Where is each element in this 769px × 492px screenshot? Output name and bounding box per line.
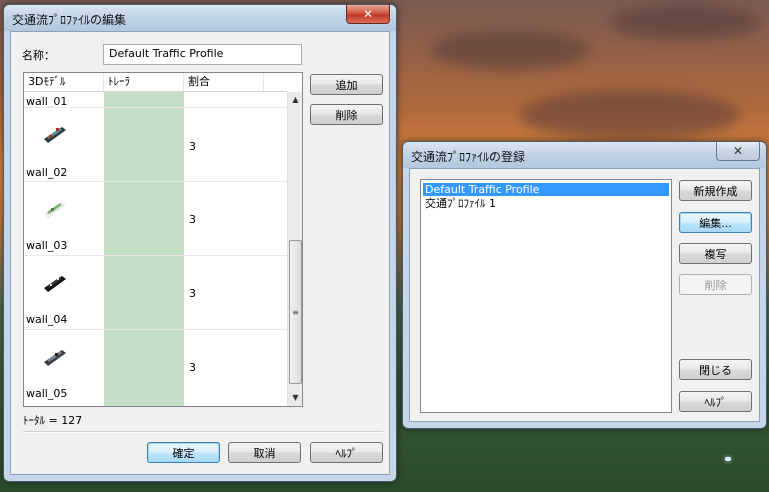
add-button[interactable]: 追加	[310, 74, 383, 95]
scrollbar-thumb[interactable]: ≡	[289, 240, 302, 384]
column-header-model[interactable]: 3Dﾓﾃﾞﾙ	[24, 73, 104, 91]
list-item-name[interactable]: wall_05	[26, 387, 67, 400]
register-profile-dialog: 交通流ﾌﾟﾛﾌｧｲﾙの登録 ✕ Default Traffic Profile …	[402, 141, 767, 429]
background-cloud	[610, 5, 760, 40]
column-header-trailer[interactable]: ﾄﾚｰﾗ	[104, 73, 184, 91]
register-dialog-title: 交通流ﾌﾟﾛﾌｧｲﾙの登録	[411, 150, 526, 164]
list-item[interactable]: Default Traffic Profile	[423, 183, 669, 196]
column-header-ratio[interactable]: 割合	[184, 73, 264, 91]
row-separator	[24, 181, 287, 182]
wall-model-thumbnail	[42, 123, 68, 148]
help-button[interactable]: ﾍﾙﾌﾟ	[679, 391, 752, 412]
edit-profile-button[interactable]: 編集...	[679, 212, 752, 233]
list-item-ratio[interactable]: 3	[189, 287, 196, 300]
register-dialog-client: Default Traffic Profile 交通ﾌﾟﾛﾌｧｲﾙ 1 新規作成…	[409, 168, 760, 422]
model-listview[interactable]: 3Dﾓﾃﾞﾙ ﾄﾚｰﾗ 割合 wall_01 wall_02 3 wall_03…	[23, 72, 303, 407]
listview-header: 3Dﾓﾃﾞﾙ ﾄﾚｰﾗ 割合	[24, 73, 287, 92]
delete-row-button[interactable]: 削除	[310, 104, 383, 125]
list-item-name[interactable]: wall_02	[26, 166, 67, 179]
chevron-down-icon[interactable]: ▼	[288, 390, 302, 405]
profile-name-input[interactable]: Default Traffic Profile	[103, 44, 302, 65]
register-dialog-close-button[interactable]: ✕	[716, 142, 760, 161]
list-item-name[interactable]: wall_04	[26, 313, 67, 326]
delete-profile-button: 削除	[679, 274, 752, 295]
chevron-up-icon[interactable]: ▲	[288, 92, 302, 107]
cancel-button[interactable]: 取消	[228, 442, 301, 463]
row-separator	[24, 107, 287, 108]
footer-separator	[23, 431, 383, 433]
close-dialog-button[interactable]: 閉じる	[679, 359, 752, 380]
row-separator	[24, 255, 287, 256]
close-icon: ✕	[362, 7, 374, 21]
edit-profile-dialog: 交通流ﾌﾟﾛﾌｧｲﾙの編集 ✕ 名称： Default Traffic Prof…	[3, 4, 397, 482]
wall-model-thumbnail	[42, 272, 68, 297]
list-item[interactable]: 交通ﾌﾟﾛﾌｧｲﾙ 1	[423, 197, 669, 210]
listview-scrollbar[interactable]: ▲ ≡ ▼	[287, 92, 302, 406]
list-item-name[interactable]: wall_03	[26, 239, 67, 252]
column-header-filler	[264, 73, 287, 91]
wall-model-thumbnail	[42, 346, 68, 371]
list-item-ratio[interactable]: 3	[189, 213, 196, 226]
edit-dialog-title: 交通流ﾌﾟﾛﾌｧｲﾙの編集	[12, 13, 127, 27]
edit-dialog-client: 名称： Default Traffic Profile 3Dﾓﾃﾞﾙ ﾄﾚｰﾗ …	[10, 31, 390, 475]
name-label: 名称：	[22, 49, 55, 62]
list-item-ratio[interactable]: 3	[189, 140, 196, 153]
list-item-ratio[interactable]: 3	[189, 361, 196, 374]
edit-dialog-titlebar[interactable]: 交通流ﾌﾟﾛﾌｧｲﾙの編集	[4, 5, 396, 31]
background-cloud	[430, 30, 590, 70]
trailer-column-cells	[104, 92, 184, 406]
new-profile-button[interactable]: 新規作成	[679, 180, 752, 201]
register-dialog-titlebar[interactable]: 交通流ﾌﾟﾛﾌｧｲﾙの登録	[403, 142, 766, 168]
row-separator	[24, 329, 287, 330]
edit-dialog-close-button[interactable]: ✕	[346, 5, 390, 24]
close-icon: ✕	[732, 144, 744, 158]
copy-profile-button[interactable]: 複写	[679, 243, 752, 264]
scene-light-marker	[725, 457, 731, 461]
profile-listbox[interactable]: Default Traffic Profile 交通ﾌﾟﾛﾌｧｲﾙ 1	[420, 179, 672, 413]
help-button[interactable]: ﾍﾙﾌﾟ	[310, 442, 383, 463]
wall-model-thumbnail	[42, 198, 68, 223]
background-cloud	[520, 90, 740, 140]
ok-button[interactable]: 確定	[147, 442, 220, 463]
total-count-label: ﾄｰﾀﾙ = 127	[23, 414, 83, 427]
